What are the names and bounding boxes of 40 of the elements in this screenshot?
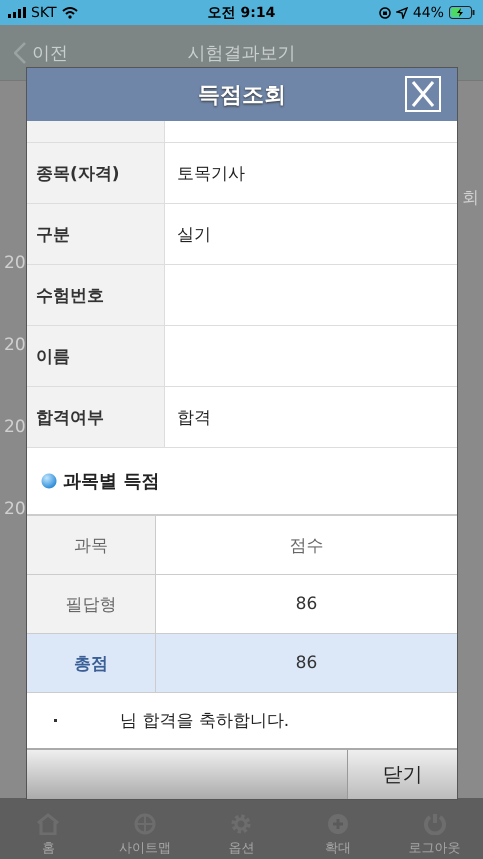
congratulation-message: 님 합격을 축하합니다. — [120, 710, 290, 732]
list-header-text: 회 — [462, 187, 479, 209]
table-cell-text: 86 — [294, 652, 318, 675]
list-row-text: 20 — [4, 417, 26, 437]
signal-icon — [8, 7, 26, 18]
field-label: 합격여부 — [27, 387, 165, 447]
field-value: 합격 — [176, 406, 212, 430]
list-row-text: 20 — [4, 499, 26, 519]
tab-bar-item[interactable]: 홈 — [8, 813, 88, 857]
clock-time: 오전 9:14 — [208, 4, 276, 22]
tab-bar-item[interactable]: 확대 — [298, 813, 378, 857]
field-label: 이름 — [27, 326, 165, 386]
battery-charging-icon — [448, 6, 475, 19]
close-icon[interactable] — [405, 76, 441, 112]
table-cell: 필답형 — [27, 575, 156, 633]
dialog-title: 득점조회 — [198, 82, 286, 110]
carrier-name: SKT — [31, 4, 57, 20]
table-cell-text: 86 — [294, 593, 318, 616]
close-button[interactable]: 닫기 — [347, 750, 457, 799]
field-label: 종목(자격) — [27, 143, 165, 203]
orientation-lock-icon — [378, 6, 391, 18]
page-title: 시험결과보기 — [188, 42, 296, 64]
list-row-text: 20 — [4, 253, 26, 273]
section-title: 과목별 득점 — [63, 470, 160, 493]
back-link[interactable]: 이전 — [32, 40, 68, 64]
field-value: 실기 — [176, 224, 212, 246]
battery-percent: 44% — [412, 4, 444, 20]
tab-bar-item[interactable]: 사이트맵 — [104, 813, 185, 857]
location-arrow-icon — [396, 6, 408, 18]
field-label: 구분 — [27, 204, 165, 264]
tab-bar-item[interactable]: 로그아웃 — [394, 813, 475, 857]
bullet-circle-icon — [41, 473, 57, 489]
tab-bar-item[interactable]: 옵션 — [201, 813, 282, 857]
column-header: 과목 — [27, 516, 156, 574]
field-label: 수험번호 — [27, 265, 165, 325]
field-value: 토목기사 — [176, 162, 246, 186]
column-header: 점수 — [288, 534, 324, 558]
list-row-text: 20 — [4, 335, 26, 355]
bullet-icon — [54, 719, 57, 722]
wifi-icon — [62, 6, 78, 18]
